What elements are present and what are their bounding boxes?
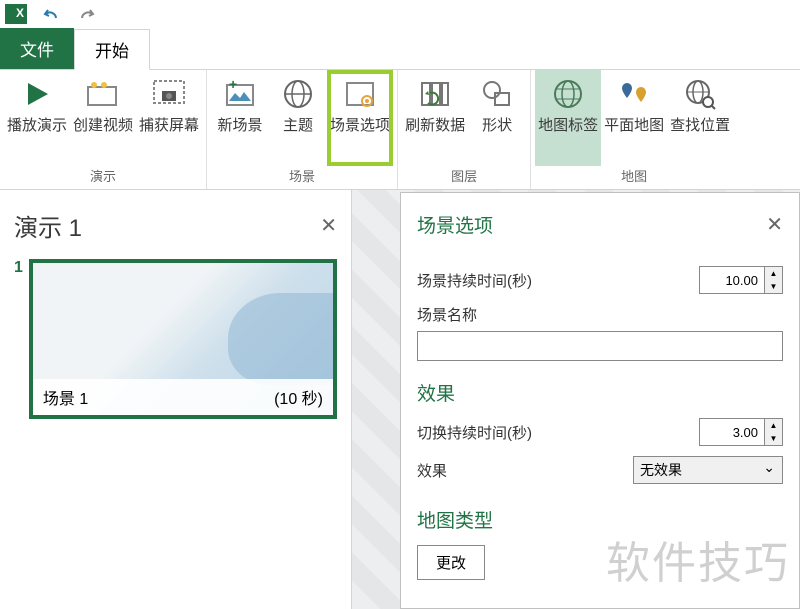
play-demo-button[interactable]: 播放演示 xyxy=(4,70,70,166)
pins-icon xyxy=(616,76,652,112)
scene-thumb-caption: 场景 1 (10 秒) xyxy=(33,379,333,415)
spin-up-icon[interactable]: ▲ xyxy=(765,267,782,280)
redo-button[interactable] xyxy=(75,2,99,26)
scene-options-panel: 场景选项 ✕ 场景持续时间(秒) ▲▼ 场景名称 效果 切换持续时间(秒) ▲▼… xyxy=(400,192,800,609)
scene-thumb-duration: (10 秒) xyxy=(274,385,323,409)
find-location-button[interactable]: 查找位置 xyxy=(667,70,733,166)
content-area: 演示 1 ✕ 1 场景 1 (10 秒) 场景选项 ✕ 场景持续时间(秒) ▲ xyxy=(0,190,800,609)
group-label-demo: 演示 xyxy=(90,166,116,187)
transition-input[interactable] xyxy=(700,419,764,445)
globe-search-icon xyxy=(682,76,718,112)
quick-access-toolbar xyxy=(0,0,800,28)
refresh-icon xyxy=(417,76,453,112)
video-icon xyxy=(85,76,121,112)
close-options-panel-button[interactable]: ✕ xyxy=(766,212,783,237)
excel-icon xyxy=(5,4,27,24)
refresh-data-button[interactable]: 刷新数据 xyxy=(402,70,468,166)
scene-thumbnail[interactable]: 场景 1 (10 秒) xyxy=(29,259,337,419)
scene-thumb-name: 场景 1 xyxy=(43,385,88,409)
scene-thumb-number: 1 xyxy=(14,259,23,419)
new-scene-icon: + xyxy=(222,76,258,112)
duration-spinner[interactable]: ▲▼ xyxy=(699,266,783,294)
ribbon-group-scene: + 新场景 主题 场景选项 场景 xyxy=(207,70,398,189)
spin-up-icon[interactable]: ▲ xyxy=(765,419,782,432)
capture-screen-button[interactable]: 捕获屏幕 xyxy=(136,70,202,166)
map-type-heading: 地图类型 xyxy=(417,506,783,533)
options-icon xyxy=(342,76,378,112)
shapes-icon xyxy=(479,76,515,112)
transition-duration-label: 切换持续时间(秒) xyxy=(417,422,532,443)
scenes-panel-title: 演示 1 xyxy=(14,208,82,243)
spin-down-icon[interactable]: ▼ xyxy=(765,280,782,293)
camera-icon xyxy=(151,76,187,112)
create-video-button[interactable]: 创建视频 xyxy=(70,70,136,166)
ribbon-group-demo: 播放演示 创建视频 捕获屏幕 演示 xyxy=(0,70,207,189)
ribbon: 播放演示 创建视频 捕获屏幕 演示 + 新场景 xyxy=(0,70,800,190)
effect-select[interactable] xyxy=(633,456,783,484)
flat-map-button[interactable]: 平面地图 xyxy=(601,70,667,166)
effect-label: 效果 xyxy=(417,460,447,481)
close-scenes-panel-button[interactable]: ✕ xyxy=(320,213,337,238)
new-scene-button[interactable]: + 新场景 xyxy=(211,70,269,166)
undo-button[interactable] xyxy=(39,2,63,26)
group-label-layer: 图层 xyxy=(451,166,477,187)
tab-home[interactable]: 开始 xyxy=(74,29,150,70)
ribbon-group-map: 地图标签 平面地图 查找位置 地图 xyxy=(531,70,737,189)
theme-button[interactable]: 主题 xyxy=(269,70,327,166)
group-label-map: 地图 xyxy=(621,166,647,187)
change-map-type-button[interactable]: 更改 xyxy=(417,545,485,580)
svg-text:+: + xyxy=(229,79,237,92)
spin-down-icon[interactable]: ▼ xyxy=(765,432,782,445)
scene-name-input[interactable] xyxy=(417,331,783,361)
scene-name-label: 场景名称 xyxy=(417,304,783,325)
scene-options-button[interactable]: 场景选项 xyxy=(327,70,393,166)
duration-label: 场景持续时间(秒) xyxy=(417,270,532,291)
duration-input[interactable] xyxy=(700,267,764,293)
scenes-panel: 演示 1 ✕ 1 场景 1 (10 秒) xyxy=(0,190,352,609)
map-labels-button[interactable]: 地图标签 xyxy=(535,70,601,166)
shape-button[interactable]: 形状 xyxy=(468,70,526,166)
effect-heading: 效果 xyxy=(417,379,783,406)
globe-icon xyxy=(280,76,316,112)
group-label-scene: 场景 xyxy=(289,166,315,187)
ribbon-tabs: 文件 开始 xyxy=(0,28,800,70)
globe-lines-icon xyxy=(550,76,586,112)
play-icon xyxy=(19,76,55,112)
transition-spinner[interactable]: ▲▼ xyxy=(699,418,783,446)
scene-options-heading: 场景选项 xyxy=(417,211,493,238)
ribbon-group-layer: 刷新数据 形状 图层 xyxy=(398,70,531,189)
tab-file[interactable]: 文件 xyxy=(0,28,74,69)
